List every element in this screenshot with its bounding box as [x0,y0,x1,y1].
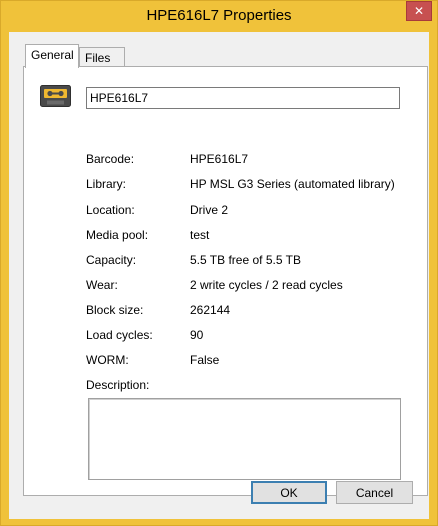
worm-value: False [190,353,220,367]
library-value: HP MSL G3 Series (automated library) [190,177,395,191]
tab-files[interactable]: Files [79,47,125,68]
barcode-label: Barcode: [86,152,135,166]
property-row-media-pool: Media pool: test [86,228,416,244]
tape-cartridge-icon [40,85,71,107]
property-row-wear: Wear: 2 write cycles / 2 read cycles [86,278,416,294]
media-name-input[interactable] [86,87,400,109]
property-row-block-size: Block size: 262144 [86,303,416,319]
block-size-value: 262144 [190,303,231,317]
property-row-capacity: Capacity: 5.5 TB free of 5.5 TB [86,253,416,269]
properties-window: HPE616L7 Properties ✕ General Files Barc… [0,0,438,526]
worm-label: WORM: [86,353,129,367]
media-pool-label: Media pool: [86,228,149,242]
location-value: Drive 2 [190,203,229,217]
wear-value: 2 write cycles / 2 read cycles [190,278,343,292]
load-cycles-label: Load cycles: [86,328,153,342]
wear-label: Wear: [86,278,118,292]
property-row-library: Library: HP MSL G3 Series (automated lib… [86,177,416,193]
close-icon: ✕ [413,4,425,18]
close-button[interactable]: ✕ [406,1,432,21]
media-pool-value: test [190,228,210,242]
block-size-label: Block size: [86,303,144,317]
dialog-client-area: General Files Barcode: HPE616L7 Library:… [9,32,429,519]
description-label: Description: [86,378,150,392]
cancel-button[interactable]: Cancel [336,481,413,504]
barcode-value: HPE616L7 [190,152,249,166]
tab-general[interactable]: General [25,44,79,68]
property-row-worm: WORM: False [86,353,416,369]
capacity-value: 5.5 TB free of 5.5 TB [190,253,301,267]
window-title: HPE616L7 Properties [146,7,292,24]
location-label: Location: [86,203,135,217]
description-textarea[interactable] [88,398,401,480]
general-tab-panel: Barcode: HPE616L7 Library: HP MSL G3 Ser… [23,66,428,496]
property-row-barcode: Barcode: HPE616L7 [86,152,416,168]
capacity-label: Capacity: [86,253,137,267]
library-label: Library: [86,177,127,191]
property-row-location: Location: Drive 2 [86,203,416,219]
load-cycles-value: 90 [190,328,204,342]
ok-button[interactable]: OK [251,481,327,504]
property-row-load-cycles: Load cycles: 90 [86,328,416,344]
